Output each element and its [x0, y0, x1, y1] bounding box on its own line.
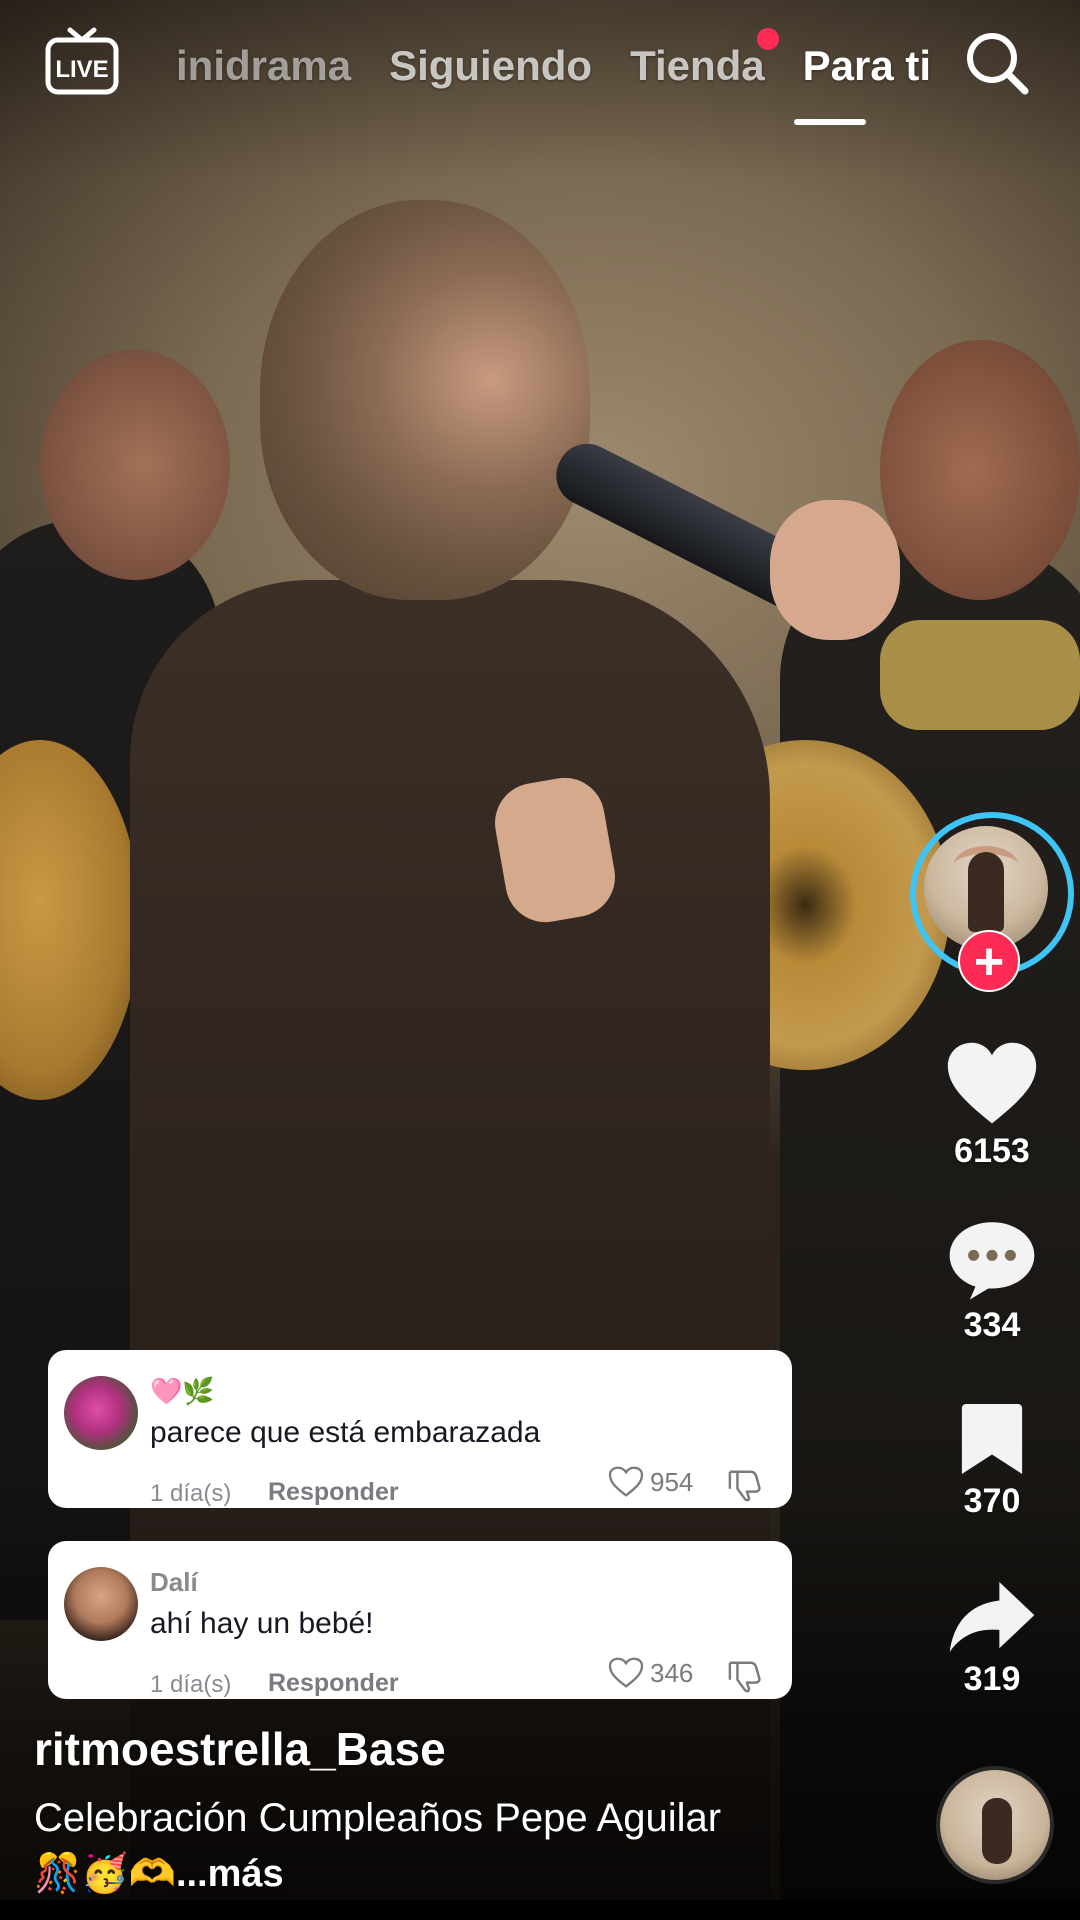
like-button[interactable]: 6153 — [912, 1040, 1072, 1171]
tab-shop[interactable]: Tienda — [630, 28, 779, 90]
notification-dot — [756, 28, 779, 50]
share-icon — [949, 1582, 1035, 1652]
commenter-avatar[interactable] — [64, 1376, 138, 1450]
comment-like-button[interactable]: 954 — [608, 1466, 693, 1498]
music-disc-icon[interactable] — [936, 1766, 1054, 1884]
share-button[interactable]: 319 — [912, 1578, 1072, 1699]
disc-figure — [982, 1798, 1012, 1864]
tab-for-you[interactable]: Para ti — [803, 42, 931, 90]
top-navigation: LIVE inidrama Siguiendo Tienda Para ti — [0, 0, 1080, 140]
tab-minidrama[interactable]: inidrama — [176, 42, 351, 90]
creator-avatar[interactable]: + — [910, 812, 1074, 992]
video-scene — [880, 340, 1080, 600]
save-count: 370 — [963, 1482, 1021, 1520]
active-tab-indicator — [794, 119, 866, 125]
video-scene — [880, 620, 1080, 730]
heart-icon — [947, 1042, 1037, 1124]
comment-time: 1 día(s) — [150, 1480, 232, 1507]
comment-icon — [949, 1222, 1035, 1300]
video-scene — [260, 200, 590, 600]
reply-button[interactable]: Responder — [268, 1669, 399, 1698]
bottom-edge — [0, 1900, 1080, 1920]
comment-card[interactable]: Dalí ahí hay un bebé! 1 día(s) Responder… — [48, 1541, 792, 1699]
live-label: LIVE — [55, 56, 108, 83]
post-username[interactable]: ritmoestrella_Base — [34, 1722, 446, 1776]
feed-tabs: inidrama Siguiendo Tienda Para ti — [176, 28, 969, 96]
comment-time: 1 día(s) — [150, 1671, 232, 1698]
search-icon[interactable] — [962, 28, 1032, 98]
share-count: 319 — [963, 1660, 1021, 1698]
live-tv-icon[interactable]: LIVE — [44, 26, 120, 98]
heart-outline-icon — [608, 1657, 644, 1688]
commenter-avatar[interactable] — [64, 1567, 138, 1641]
comment-card[interactable]: 🩷🌿 parece que está embarazada 1 día(s) R… — [48, 1350, 792, 1508]
like-count: 6153 — [954, 1132, 1030, 1170]
comment-count: 334 — [963, 1306, 1021, 1344]
comment-like-count: 346 — [650, 1657, 694, 1688]
save-button[interactable]: 370 — [912, 1400, 1072, 1521]
caption-more-link[interactable]: 🎊🥳🫶...más — [34, 1852, 284, 1896]
comment-like-button[interactable]: 346 — [608, 1657, 693, 1689]
video-scene — [40, 350, 230, 580]
comment-text: ahí hay un bebé! — [150, 1607, 374, 1640]
heart-outline-icon — [608, 1466, 644, 1497]
tab-following[interactable]: Siguiendo — [389, 42, 592, 90]
reply-button[interactable]: Responder — [268, 1478, 399, 1507]
dislike-icon[interactable] — [726, 1468, 764, 1507]
commenter-name[interactable]: Dalí — [150, 1567, 198, 1598]
commenter-name: 🩷🌿 — [150, 1376, 215, 1406]
comment-button[interactable]: 334 — [912, 1218, 1072, 1345]
post-caption[interactable]: Celebración Cumpleaños Pepe Aguilar — [34, 1796, 721, 1841]
bookmark-icon — [961, 1404, 1023, 1474]
dislike-icon[interactable] — [726, 1659, 764, 1698]
follow-plus-icon[interactable]: + — [958, 930, 1020, 992]
comment-text: parece que está embarazada — [150, 1416, 541, 1449]
avatar-figure — [968, 852, 1004, 932]
tab-shop-label: Tienda — [630, 42, 765, 89]
video-scene — [770, 500, 900, 640]
comment-like-count: 954 — [650, 1466, 694, 1497]
